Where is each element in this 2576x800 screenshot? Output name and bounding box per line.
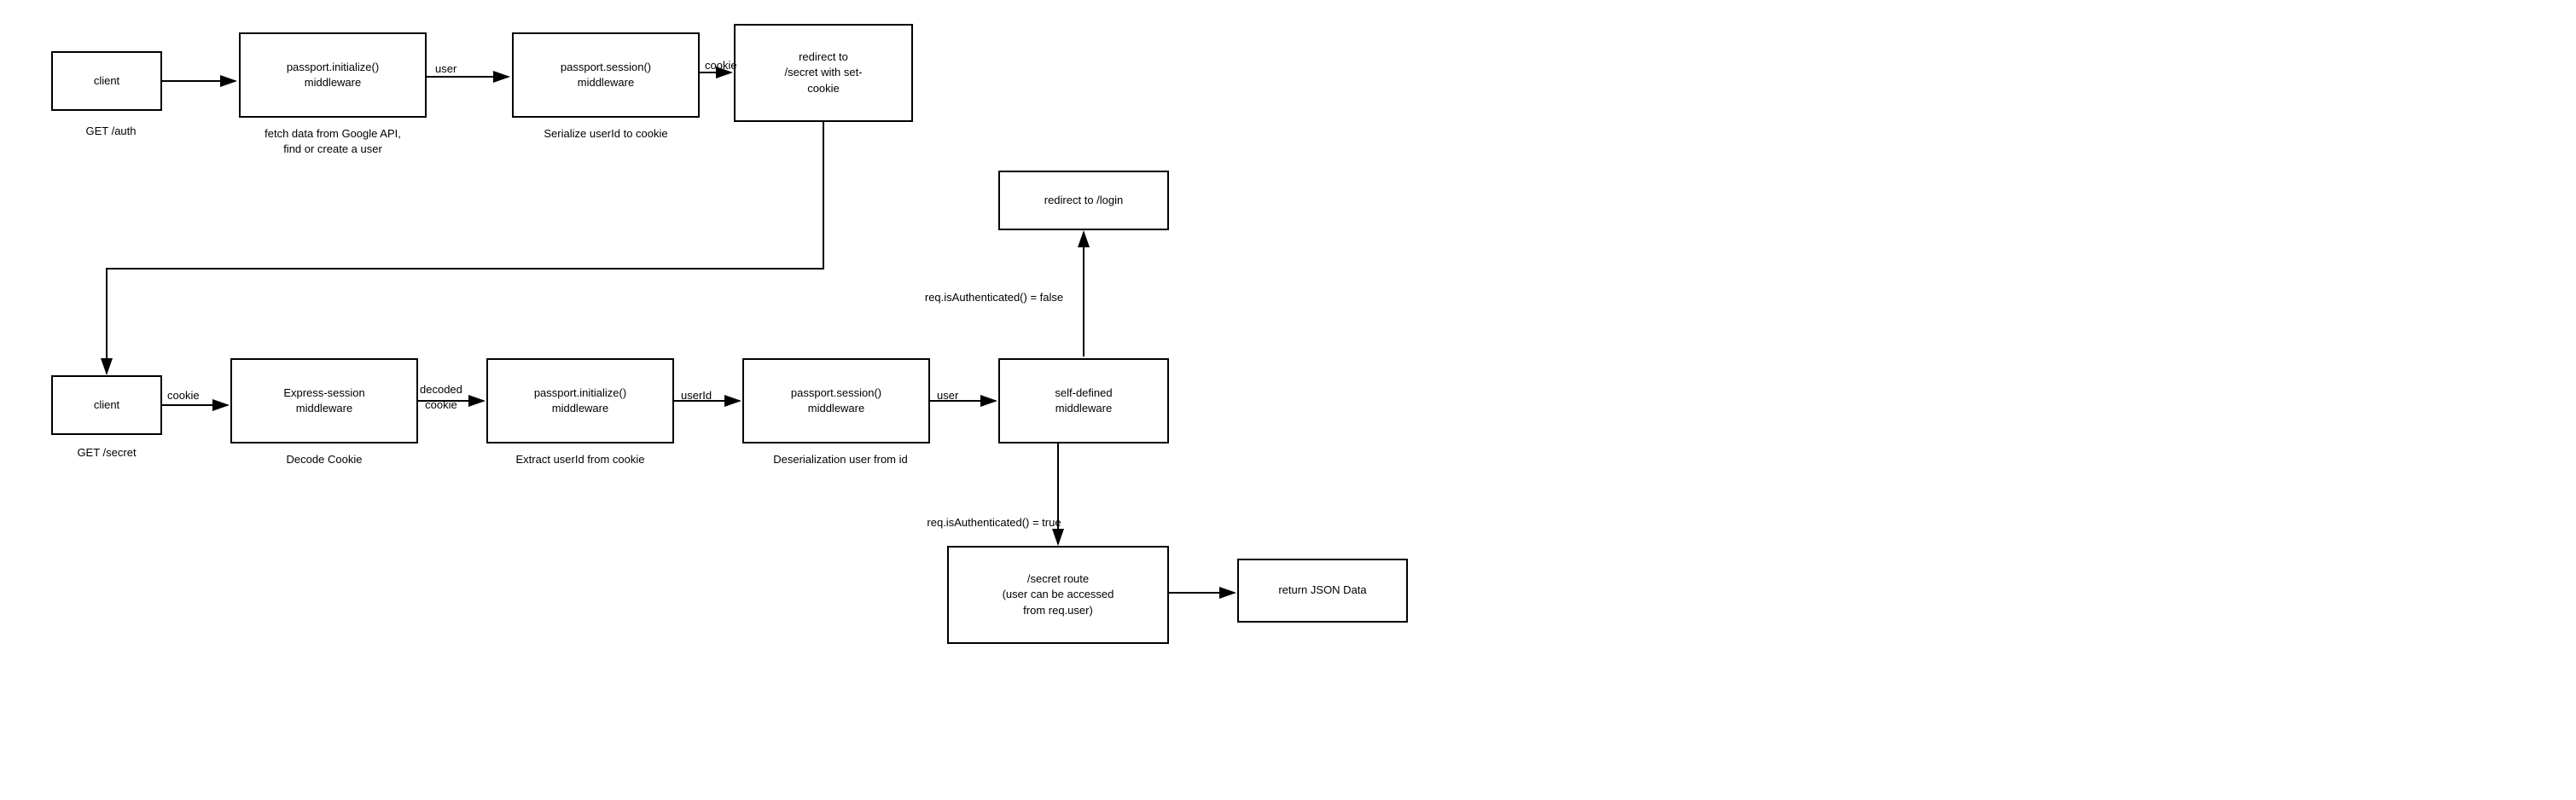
- user-label-bottom: user: [937, 388, 958, 403]
- redirect-set-cookie-box: redirect to/secret with set-cookie: [734, 24, 913, 122]
- req-true-label: req.isAuthenticated() = true: [896, 515, 1092, 530]
- return-json-label: return JSON Data: [1278, 583, 1366, 598]
- return-json-box: return JSON Data: [1237, 559, 1408, 623]
- passport-init-bottom-box: passport.initialize()middleware: [486, 358, 674, 443]
- express-session-box: Express-sessionmiddleware: [230, 358, 418, 443]
- redirect-login-box: redirect to /login: [998, 171, 1169, 230]
- decoded-cookie-label: decodedcookie: [420, 382, 462, 413]
- redirect-login-label: redirect to /login: [1044, 193, 1124, 208]
- client-bottom-box: client: [51, 375, 162, 435]
- self-defined-middleware-label: self-definedmiddleware: [1055, 386, 1112, 416]
- secret-route-box: /secret route(user can be accessedfrom r…: [947, 546, 1169, 644]
- passport-session-top-box: passport.session()middleware: [512, 32, 700, 118]
- req-false-label: req.isAuthenticated() = false: [896, 290, 1092, 305]
- express-session-label: Express-sessionmiddleware: [283, 386, 364, 416]
- serialize-label: Serialize userId to cookie: [503, 126, 708, 142]
- client-bottom-label: client: [94, 397, 119, 413]
- passport-session-top-label: passport.session()middleware: [561, 60, 651, 90]
- diagram-container: client passport.initialize()middleware p…: [0, 0, 2576, 800]
- passport-init-bottom-label: passport.initialize()middleware: [534, 386, 626, 416]
- get-auth-label: GET /auth: [64, 124, 158, 139]
- cookie-label-top: cookie: [705, 58, 737, 73]
- extract-userid-label: Extract userId from cookie: [478, 452, 683, 467]
- get-secret-label: GET /secret: [51, 445, 162, 461]
- decode-cookie-label: Decode Cookie: [230, 452, 418, 467]
- secret-route-label: /secret route(user can be accessedfrom r…: [1003, 571, 1114, 618]
- passport-session-bottom-box: passport.session()middleware: [742, 358, 930, 443]
- redirect-set-cookie-label: redirect to/secret with set-cookie: [784, 49, 862, 96]
- passport-init-top-box: passport.initialize()middleware: [239, 32, 427, 118]
- client-top-box: client: [51, 51, 162, 111]
- self-defined-middleware-box: self-definedmiddleware: [998, 358, 1169, 443]
- user-label-top: user: [435, 61, 456, 77]
- deserialize-label: Deserialization user from id: [730, 452, 951, 467]
- client-top-label: client: [94, 73, 119, 89]
- passport-session-bottom-label: passport.session()middleware: [791, 386, 881, 416]
- fetch-data-label: fetch data from Google API,find or creat…: [230, 126, 435, 157]
- userid-label: userId: [681, 388, 712, 403]
- cookie-label-bottom: cookie: [167, 388, 200, 403]
- passport-init-top-label: passport.initialize()middleware: [287, 60, 379, 90]
